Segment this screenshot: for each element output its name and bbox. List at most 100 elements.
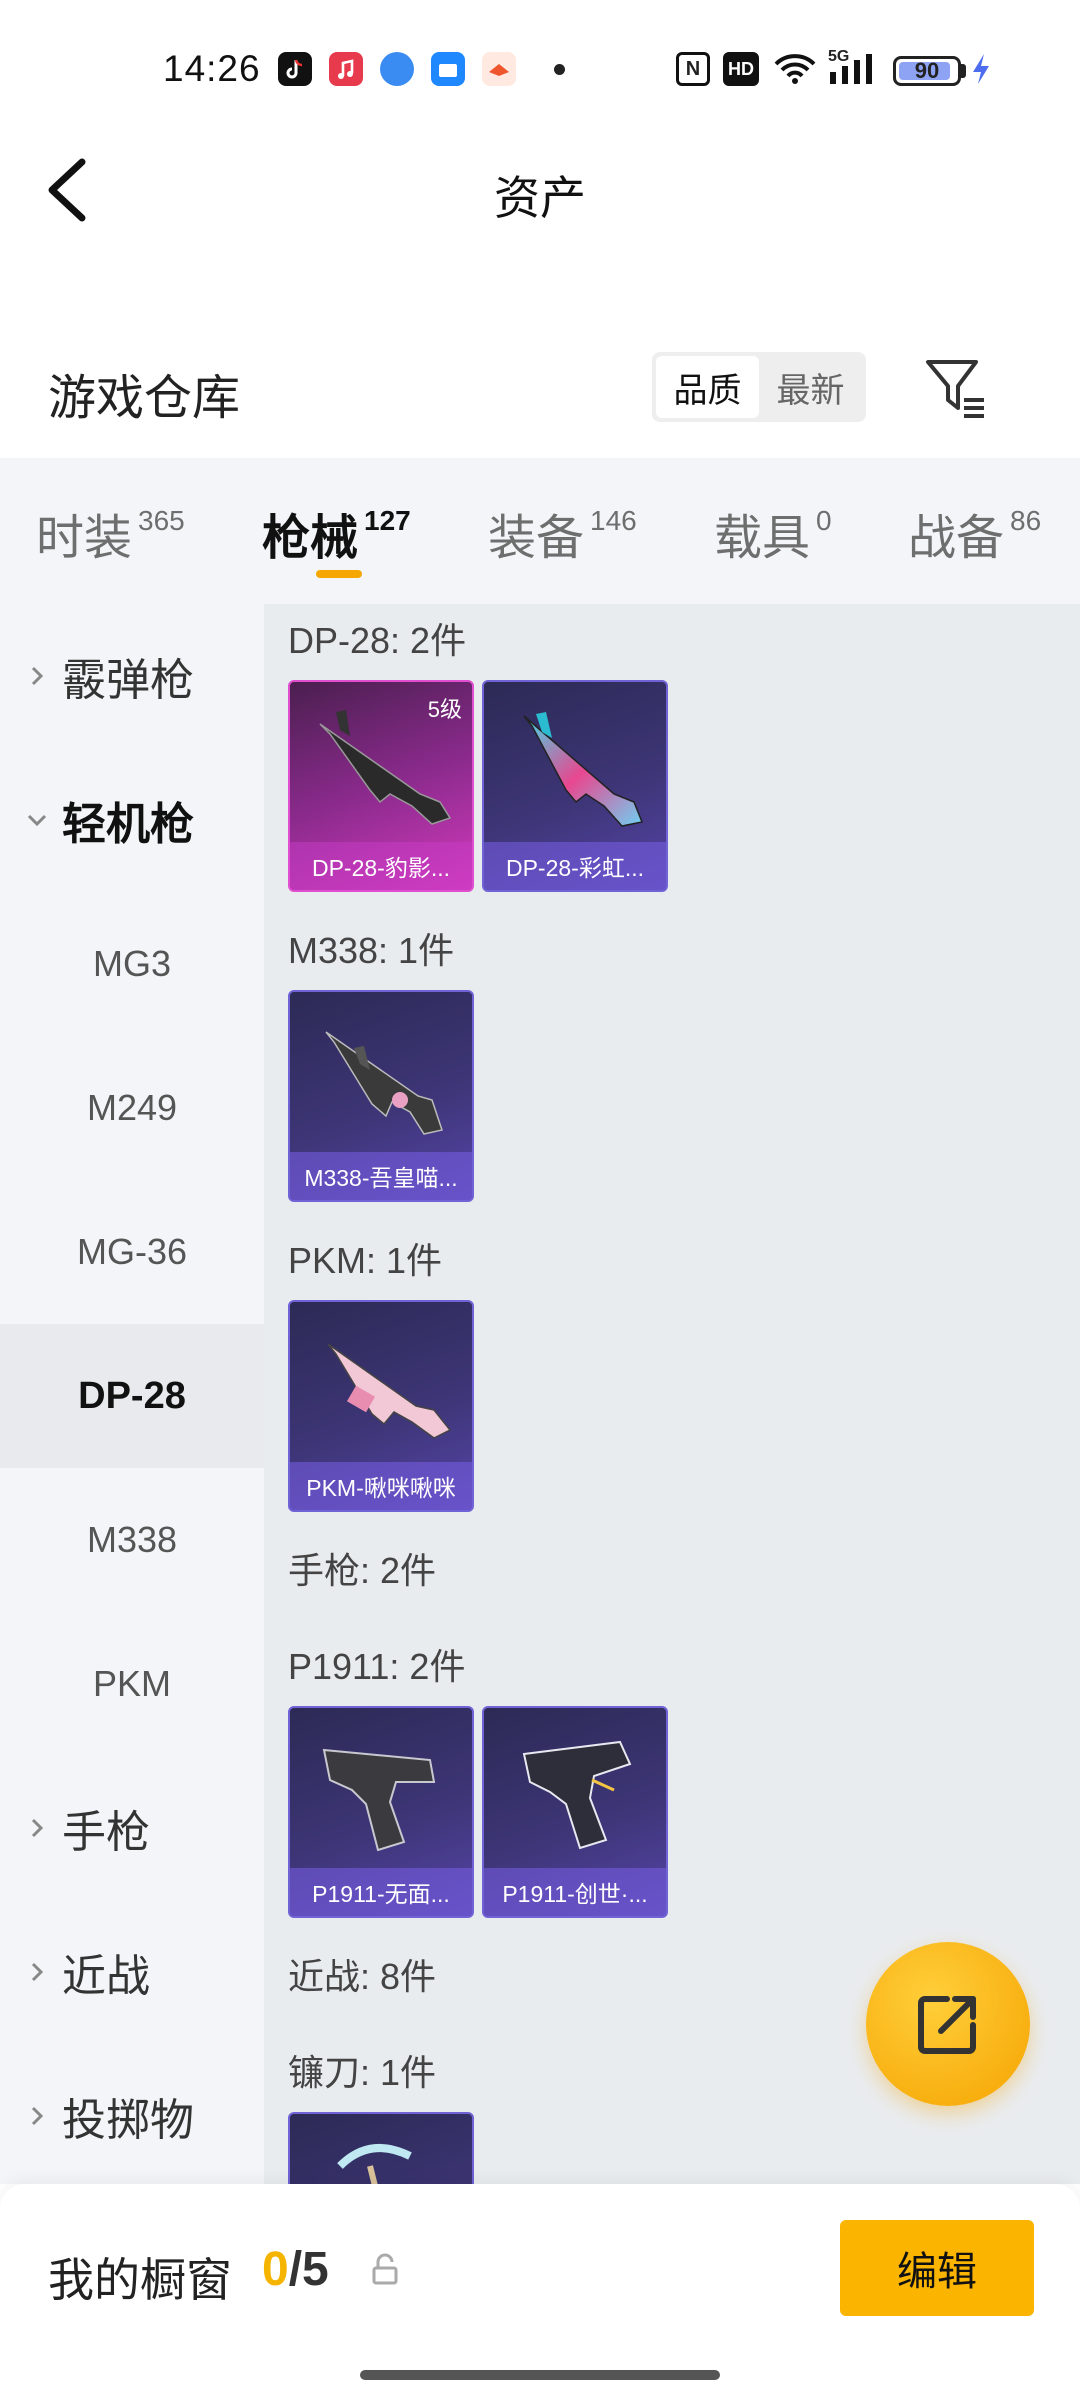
app-blue-icon xyxy=(380,52,414,86)
filter-button[interactable] xyxy=(920,352,990,422)
showcase-count: 0/5 xyxy=(262,2242,329,2297)
tab-label: 枪械 xyxy=(262,512,359,565)
tab-fashion[interactable]: 时装 365 xyxy=(36,498,185,568)
scythe-icon xyxy=(337,2144,412,2184)
lock-icon xyxy=(372,2253,398,2285)
item-level: 5级 xyxy=(427,697,462,722)
sort-toggle: 品质 最新 xyxy=(652,352,866,422)
battery-level: 90 xyxy=(914,58,940,83)
share-icon xyxy=(918,1996,976,2054)
item-name: M338-吾皇喵... xyxy=(290,1152,472,1200)
section-label-m338: M338: 1件 xyxy=(288,930,455,971)
nav-group-label: 轻机枪 xyxy=(62,800,194,849)
status-time: 14:26 xyxy=(163,48,261,89)
music-icon xyxy=(329,52,363,86)
item-name: DP-28-豹影... xyxy=(290,842,472,890)
item-card[interactable] xyxy=(288,2112,474,2184)
nav-group-label: 近战 xyxy=(62,1952,150,2001)
tab-count: 127 xyxy=(364,505,411,536)
item-card[interactable]: DP-28-彩虹... xyxy=(482,680,668,892)
notification-dot xyxy=(554,64,565,75)
nav-group-label: 投掷物 xyxy=(62,2096,194,2145)
side-nav: 霰弹枪 轻机枪 MG3 M249 MG-36 DP-28 M338 PKM 手枪… xyxy=(0,604,264,2184)
item-card[interactable]: P1911-无面... xyxy=(288,1706,474,1918)
share-button[interactable] xyxy=(866,1942,1030,2106)
tab-label: 时装 xyxy=(36,512,133,565)
lmg-icon xyxy=(523,712,644,827)
tab-vehicles[interactable]: 载具 0 xyxy=(714,498,832,568)
tab-equipment[interactable]: 装备 146 xyxy=(488,498,637,568)
showcase-bar: 我的橱窗 0/5 编辑 xyxy=(0,2184,1080,2400)
wifi-icon xyxy=(772,52,818,86)
nav-group-lmg[interactable]: 轻机枪 xyxy=(0,748,264,892)
tab-count: 0 xyxy=(816,505,832,536)
status-bar: 14:26 N HD 5G 90 xyxy=(0,0,1080,140)
section-label-pistol: 手枪: 2件 xyxy=(288,1550,437,1591)
item-card[interactable]: M338-吾皇喵... xyxy=(288,990,474,1202)
tab-label: 装备 xyxy=(488,512,585,565)
showcase-label: 我的橱窗 xyxy=(48,2254,232,2306)
charging-icon xyxy=(970,52,994,86)
battery-icon: 90 xyxy=(893,56,961,86)
chevron-down-icon xyxy=(27,814,47,827)
section-label-dp28: DP-28: 2件 xyxy=(288,620,467,661)
tab-count: 146 xyxy=(590,505,637,536)
pistol-icon xyxy=(322,1748,436,1852)
nav-group-throwable[interactable]: 投掷物 xyxy=(0,2044,264,2184)
tab-guns[interactable]: 枪械 127 xyxy=(262,498,411,568)
nav-group-shotgun[interactable]: 霰弹枪 xyxy=(0,604,264,748)
home-indicator[interactable] xyxy=(360,2370,720,2380)
sort-quality-button[interactable]: 品质 xyxy=(656,356,759,418)
showcase-total: /5 xyxy=(288,2243,329,2296)
tab-count: 365 xyxy=(138,505,185,536)
item-name: P1911-创世·... xyxy=(484,1868,666,1916)
item-card[interactable]: P1911-创世·... xyxy=(482,1706,668,1918)
filter-icon xyxy=(926,360,984,418)
edit-button[interactable]: 编辑 xyxy=(840,2220,1034,2316)
warehouse-title: 游戏仓库 xyxy=(48,372,241,425)
nav-group-label: 霰弹枪 xyxy=(62,656,194,705)
nav-item-pkm[interactable]: PKM xyxy=(0,1612,264,1756)
nav-item-dp28[interactable]: DP-28 xyxy=(0,1324,264,1468)
nav-item-mg36[interactable]: MG-36 xyxy=(0,1180,264,1324)
chevron-right-icon xyxy=(31,1818,44,1838)
page-title: 资产 xyxy=(494,172,586,224)
category-tabs: 时装 365 枪械 127 装备 146 载具 0 战备 86 xyxy=(0,458,1080,604)
item-name: PKM-啾咪啾咪 xyxy=(290,1462,472,1510)
tab-supplies[interactable]: 战备 86 xyxy=(908,498,1041,568)
signal-icon: 5G xyxy=(828,48,880,86)
tab-label: 战备 xyxy=(908,512,1005,565)
lmg-icon xyxy=(327,1343,452,1439)
section-label-melee: 近战: 8件 xyxy=(288,1956,437,1997)
game-icon xyxy=(482,52,516,86)
item-name: DP-28-彩虹... xyxy=(484,842,666,890)
nav-item-mg3[interactable]: MG3 xyxy=(0,892,264,1036)
tiktok-icon xyxy=(278,52,312,86)
nav-item-m249[interactable]: M249 xyxy=(0,1036,264,1180)
tab-label: 载具 xyxy=(714,512,811,565)
sort-newest-button[interactable]: 最新 xyxy=(759,356,862,418)
section-label-scythe: 镰刀: 1件 xyxy=(288,2052,437,2093)
app-store-icon xyxy=(431,52,465,86)
network-label: 5G xyxy=(828,48,850,65)
pistol-icon xyxy=(522,1740,632,1850)
item-name: P1911-无面... xyxy=(290,1868,472,1916)
chevron-right-icon xyxy=(31,1962,44,1982)
nav-group-pistol[interactable]: 手枪 xyxy=(0,1756,264,1900)
nfc-icon: N xyxy=(676,52,710,86)
chevron-right-icon xyxy=(31,2106,44,2126)
chevron-right-icon xyxy=(31,666,44,686)
battery-cap xyxy=(961,64,966,78)
nav-group-melee[interactable]: 近战 xyxy=(0,1900,264,2044)
section-label-pkm: PKM: 1件 xyxy=(288,1240,443,1281)
showcase-current: 0 xyxy=(262,2243,289,2296)
nav-group-label: 手枪 xyxy=(62,1808,150,1857)
tab-count: 86 xyxy=(1010,505,1042,536)
lmg-icon xyxy=(325,1031,443,1135)
nav-item-m338[interactable]: M338 xyxy=(0,1468,264,1612)
item-card[interactable]: 5级 DP-28-豹影... xyxy=(288,680,474,892)
item-card[interactable]: PKM-啾咪啾咪 xyxy=(288,1300,474,1512)
tab-indicator xyxy=(316,570,362,578)
section-label-p1911: P1911: 2件 xyxy=(288,1646,466,1687)
hd-icon: HD xyxy=(723,52,759,86)
